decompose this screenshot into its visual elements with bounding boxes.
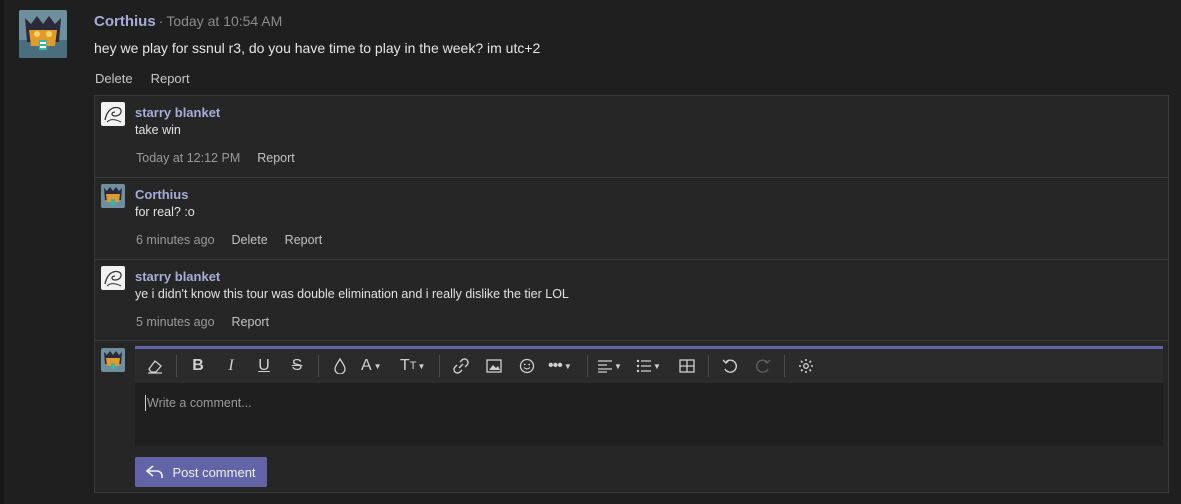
more-options-icon[interactable]: ••• ▼ <box>548 354 578 378</box>
toolbar-divider <box>784 355 785 377</box>
comment-input[interactable] <box>145 395 1149 411</box>
font-size-glyph: T <box>400 357 410 374</box>
post-timestamp: Today at 10:54 AM <box>166 13 283 29</box>
avatar[interactable] <box>101 266 125 290</box>
emoji-icon[interactable] <box>515 354 539 378</box>
underline-icon[interactable]: U <box>252 354 276 378</box>
toolbar-divider <box>708 355 709 377</box>
highlight-icon[interactable] <box>328 354 352 378</box>
avatar[interactable] <box>101 102 125 126</box>
reply-timestamp: Today at 12:12 PM <box>136 151 241 165</box>
toolbar-divider <box>587 355 588 377</box>
report-link[interactable]: Report <box>232 315 270 329</box>
more-dots: ••• <box>548 357 563 374</box>
reply-thread: starry blanket take win Today at 12:12 P… <box>94 95 1169 493</box>
report-link[interactable]: Report <box>285 233 323 247</box>
comment-composer: B I U S A ▼ T T ▼ ••• ▼ ▼ ▼ Write a comm… <box>135 346 1163 446</box>
reply-author[interactable]: starry blanket <box>135 105 220 120</box>
reply-text: for real? :o <box>135 205 195 219</box>
post-comment-button[interactable]: Post comment <box>135 457 267 487</box>
post-author[interactable]: Corthius <box>94 13 156 30</box>
avatar <box>101 348 125 372</box>
reply-text: ye i didn't know this tour was double el… <box>135 287 569 301</box>
link-icon[interactable] <box>449 354 473 378</box>
image-icon[interactable] <box>482 354 506 378</box>
reply-meta: 5 minutes ago Report <box>136 315 286 329</box>
reply-meta: 6 minutes ago Delete Report <box>136 233 339 247</box>
comment-editor[interactable] <box>135 383 1163 446</box>
settings-icon[interactable] <box>794 354 818 378</box>
font-color-icon[interactable]: A ▼ <box>361 354 391 378</box>
delete-link[interactable]: Delete <box>95 71 133 86</box>
avatar[interactable] <box>101 184 125 208</box>
toolbar-divider <box>318 355 319 377</box>
redo-icon[interactable] <box>751 354 775 378</box>
header-separator: · <box>158 13 164 29</box>
italic-icon[interactable]: I <box>219 354 243 378</box>
table-icon[interactable] <box>675 354 699 378</box>
align-icon[interactable]: ▼ <box>597 354 627 378</box>
post-actions: Delete Report <box>95 71 208 86</box>
chevron-down-icon: ▼ <box>653 361 661 371</box>
reply-timestamp: 6 minutes ago <box>136 233 215 247</box>
report-link[interactable]: Report <box>257 151 295 165</box>
chevron-down-icon: ▼ <box>563 361 572 371</box>
reply-timestamp: 5 minutes ago <box>136 315 215 329</box>
chevron-down-icon: ▼ <box>417 361 426 371</box>
reply-item: starry blanket take win Today at 12:12 P… <box>95 96 1168 178</box>
chevron-down-icon: ▼ <box>614 361 622 371</box>
post-comment-label: Post comment <box>172 464 256 480</box>
reply-author[interactable]: starry blanket <box>135 269 220 284</box>
reply-author[interactable]: Corthius <box>135 187 188 202</box>
reply-item: Corthius for real? :o 6 minutes ago Dele… <box>95 178 1168 260</box>
list-icon[interactable]: ▼ <box>636 354 666 378</box>
toolbar-divider <box>176 355 177 377</box>
post-body: hey we play for ssnul r3, do you have ti… <box>94 40 541 56</box>
formatting-toolbar: B I U S A ▼ T T ▼ ••• ▼ ▼ ▼ <box>135 349 1163 383</box>
chevron-down-icon: ▼ <box>373 361 382 371</box>
font-size-glyph-small: T <box>409 360 417 372</box>
reply-text: take win <box>135 123 181 137</box>
avatar[interactable] <box>19 10 67 58</box>
eraser-icon[interactable] <box>143 354 167 378</box>
reply-icon <box>146 465 164 478</box>
font-color-glyph: A <box>361 357 372 374</box>
bold-icon[interactable]: B <box>186 354 210 378</box>
strikethrough-icon[interactable]: S <box>285 354 309 378</box>
report-link[interactable]: Report <box>151 71 190 86</box>
font-size-icon[interactable]: T T ▼ <box>400 354 430 378</box>
undo-icon[interactable] <box>718 354 742 378</box>
post-header: Corthius · Today at 10:54 AM <box>94 13 282 31</box>
delete-link[interactable]: Delete <box>232 233 268 247</box>
reply-item: starry blanket ye i didn't know this tou… <box>95 260 1168 341</box>
reply-meta: Today at 12:12 PM Report <box>136 151 312 165</box>
toolbar-divider <box>439 355 440 377</box>
left-rail <box>0 0 4 504</box>
